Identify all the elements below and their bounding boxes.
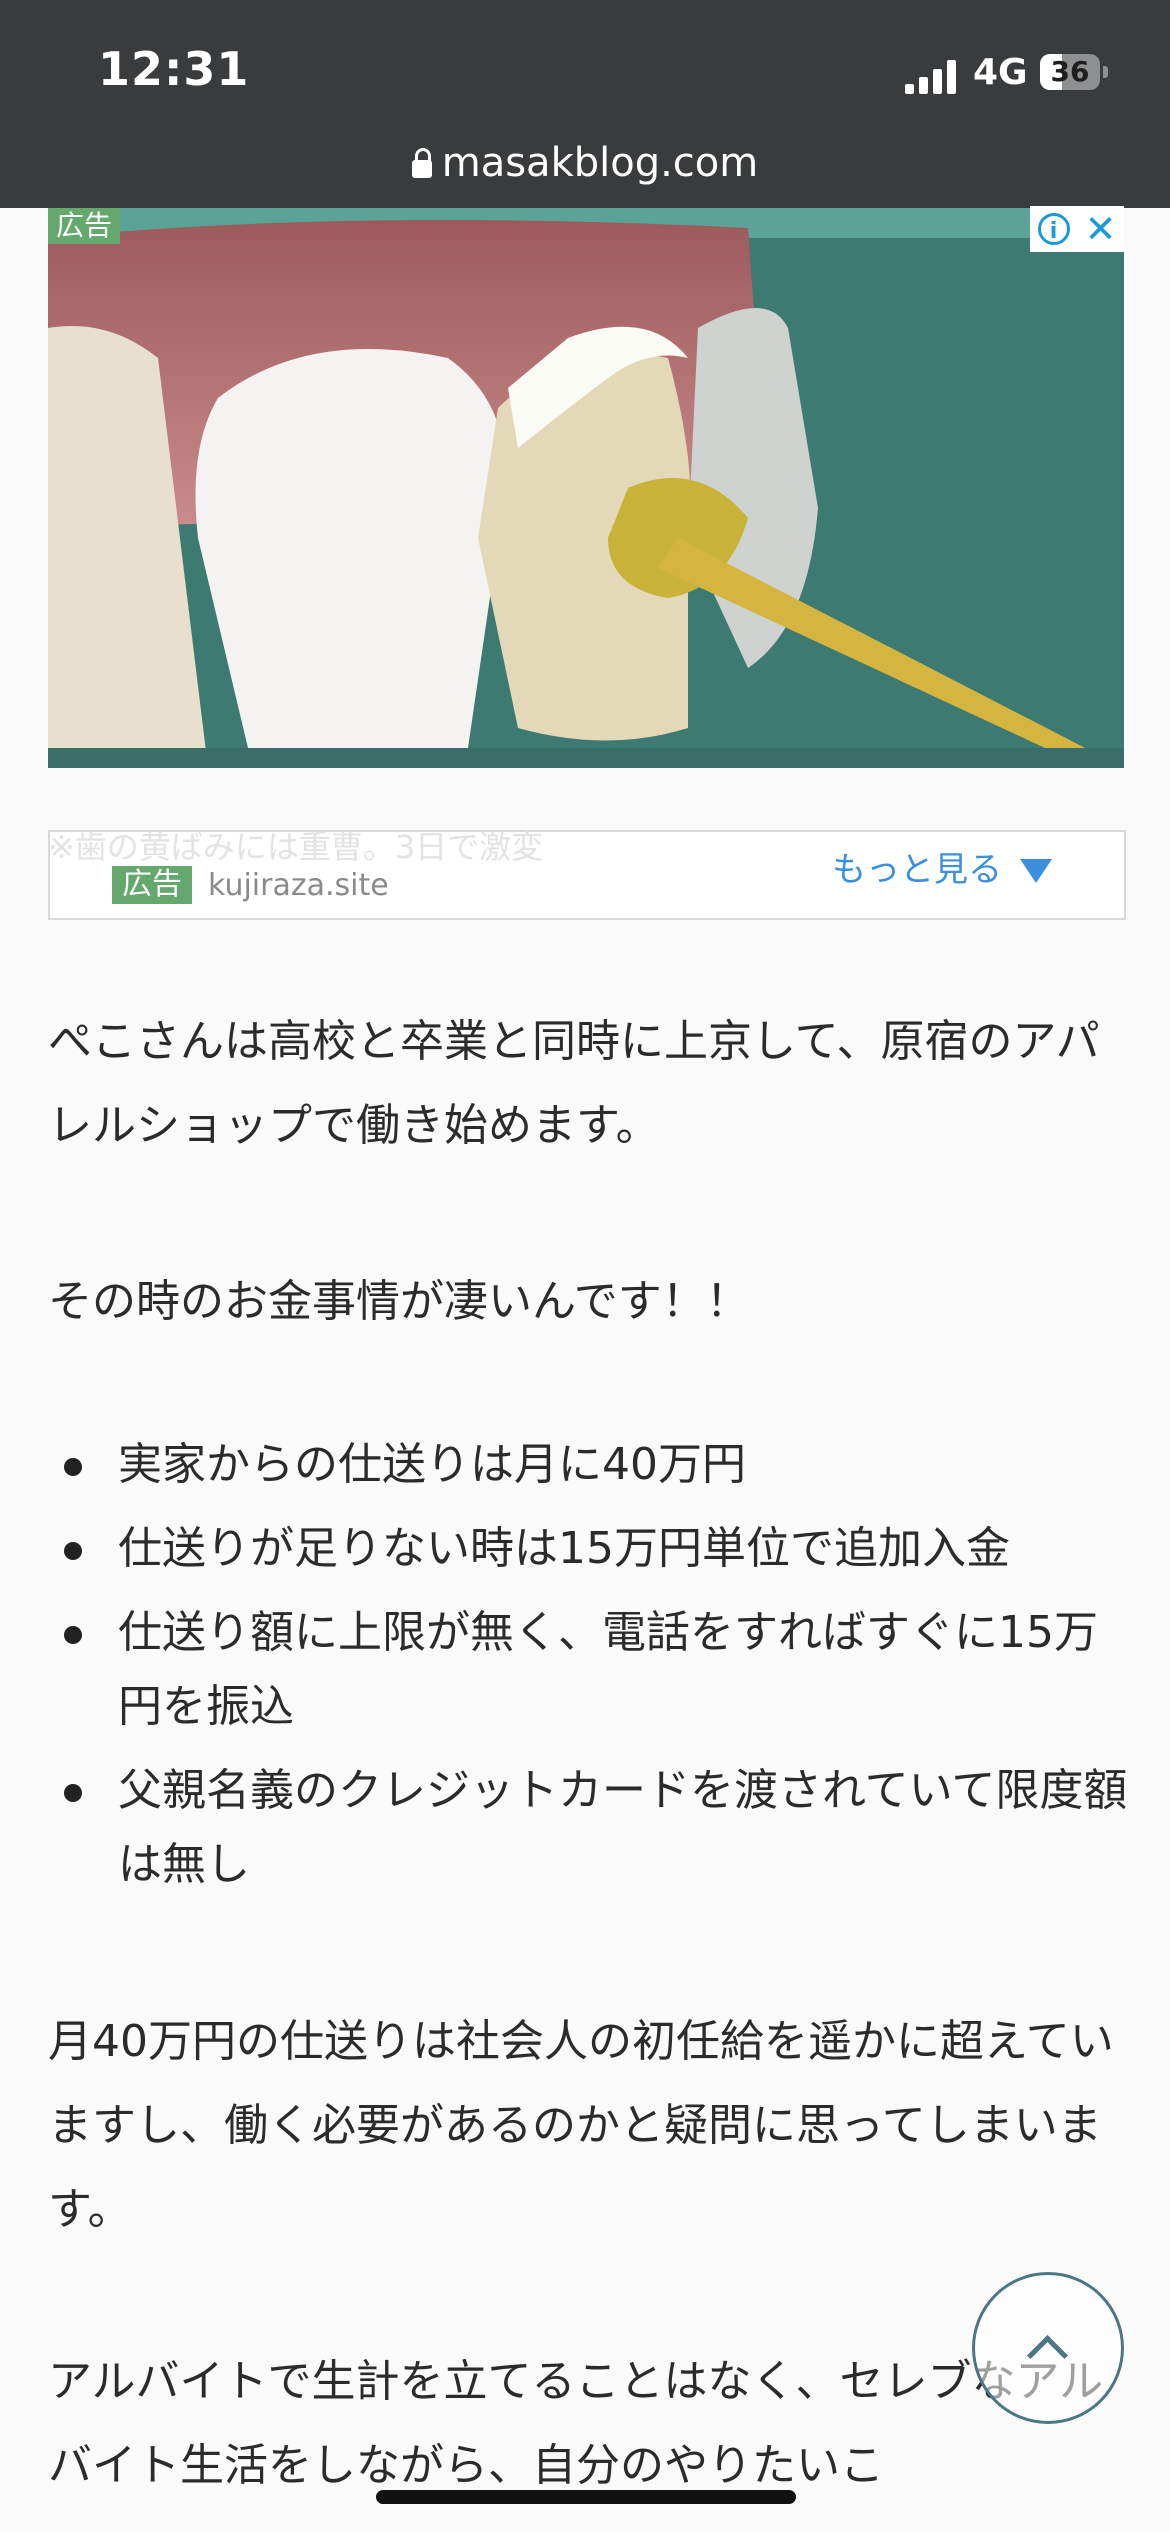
signal-icon xyxy=(905,58,959,94)
scroll-to-top-button[interactable] xyxy=(972,2272,1124,2424)
bullet-list: 実家からの仕送りは月に40万円 仕送りが足りない時は15万円単位で追加入金 仕送… xyxy=(48,1428,1128,1912)
list-item: 仕送りが足りない時は15万円単位で追加入金 xyxy=(48,1512,1128,1586)
triangle-down-icon xyxy=(1020,859,1052,883)
network-type: 4G xyxy=(973,52,1028,93)
list-item: 父親名義のクレジットカードを渡されていて限度額は無し xyxy=(48,1754,1128,1902)
ad-teeth-illustration xyxy=(48,208,1124,768)
status-bar: 12:31 4G 36 masakblog.com xyxy=(0,0,1170,208)
battery-icon: 36 xyxy=(1040,54,1100,90)
more-button[interactable]: もっと見る xyxy=(832,842,1052,891)
close-icon[interactable]: ✕ xyxy=(1085,210,1117,248)
info-icon[interactable]: i xyxy=(1037,213,1070,245)
clock: 12:31 xyxy=(98,42,250,96)
url-text: masakblog.com xyxy=(441,140,759,186)
more-label: もっと見る xyxy=(832,850,1002,890)
ad-badge: 広告 xyxy=(112,866,192,904)
list-item: 仕送り額に上限が無く、電話をすればすぐに15万円を振込 xyxy=(48,1596,1128,1744)
list-item: 実家からの仕送りは月に40万円 xyxy=(48,1428,1128,1502)
lock-icon xyxy=(411,148,432,178)
paragraph: アルバイトで生計を立てることはなく、セレブなアルバイト生活をしながら、自分のやり… xyxy=(48,2356,1104,2491)
ad-ghost-text: ※歯の黄ばみには重曹。3日で激変 xyxy=(48,828,544,866)
address-bar[interactable]: masakblog.com xyxy=(0,140,1170,186)
battery-tip xyxy=(1103,66,1108,78)
ad-image[interactable] xyxy=(48,208,1124,768)
paragraph: 月40万円の仕送りは社会人の初任給を遥かに超えていますし、働く必要があるのかと疑… xyxy=(48,2016,1114,2235)
ad-domain: kujiraza.site xyxy=(208,868,389,903)
ad-controls: i ✕ xyxy=(1030,206,1124,252)
paragraph: その時のお金事情が凄いんです！！ xyxy=(48,1276,750,1327)
home-indicator[interactable] xyxy=(376,2490,796,2504)
ad-label: 広告 xyxy=(48,208,121,244)
battery-level: 36 xyxy=(1050,55,1090,88)
paragraph: ぺこさんは高校と卒業と同時に上京して、原宿のアパレルショップで働き始めます。 xyxy=(48,1016,1100,1151)
